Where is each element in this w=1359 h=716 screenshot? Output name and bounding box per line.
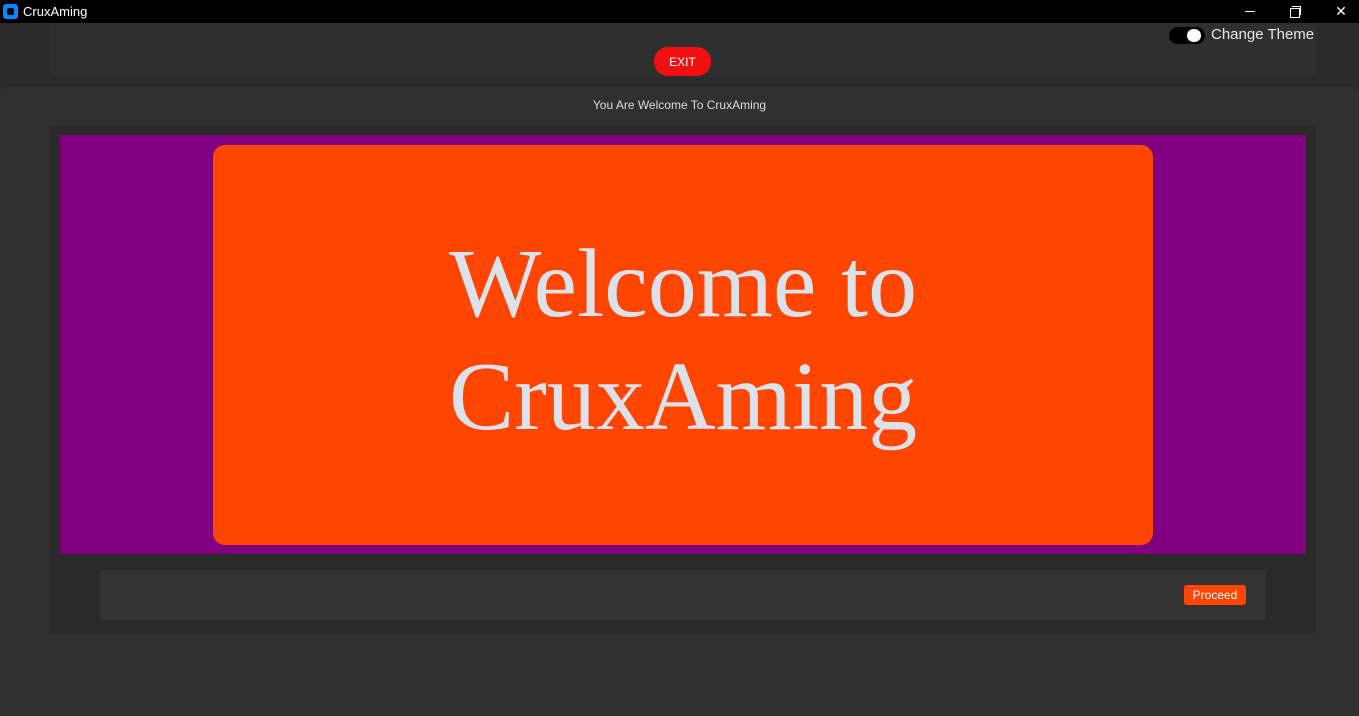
theme-toggle-switch[interactable] [1169, 27, 1205, 44]
minimize-button[interactable] [1227, 0, 1273, 23]
exit-button[interactable]: EXIT [654, 47, 711, 76]
welcome-card: Welcome to CruxAming [213, 145, 1153, 545]
theme-toggle-label[interactable]: Change Theme [1211, 26, 1314, 44]
restore-button[interactable] [1272, 0, 1318, 23]
restore-icon [1289, 6, 1301, 18]
window-title: CruxAming [23, 4, 88, 19]
title-bar: CruxAming ✕ [0, 0, 1359, 23]
page-subtitle: You Are Welcome To CruxAming [592, 98, 767, 112]
close-icon: ✕ [1335, 3, 1347, 20]
minimize-icon [1245, 11, 1255, 12]
welcome-heading: Welcome to CruxAming [448, 230, 918, 451]
toggle-knob [1187, 29, 1201, 42]
proceed-button[interactable]: Proceed [1184, 585, 1246, 605]
action-bar [100, 570, 1266, 620]
close-button[interactable]: ✕ [1318, 0, 1359, 23]
app-icon [3, 4, 18, 19]
